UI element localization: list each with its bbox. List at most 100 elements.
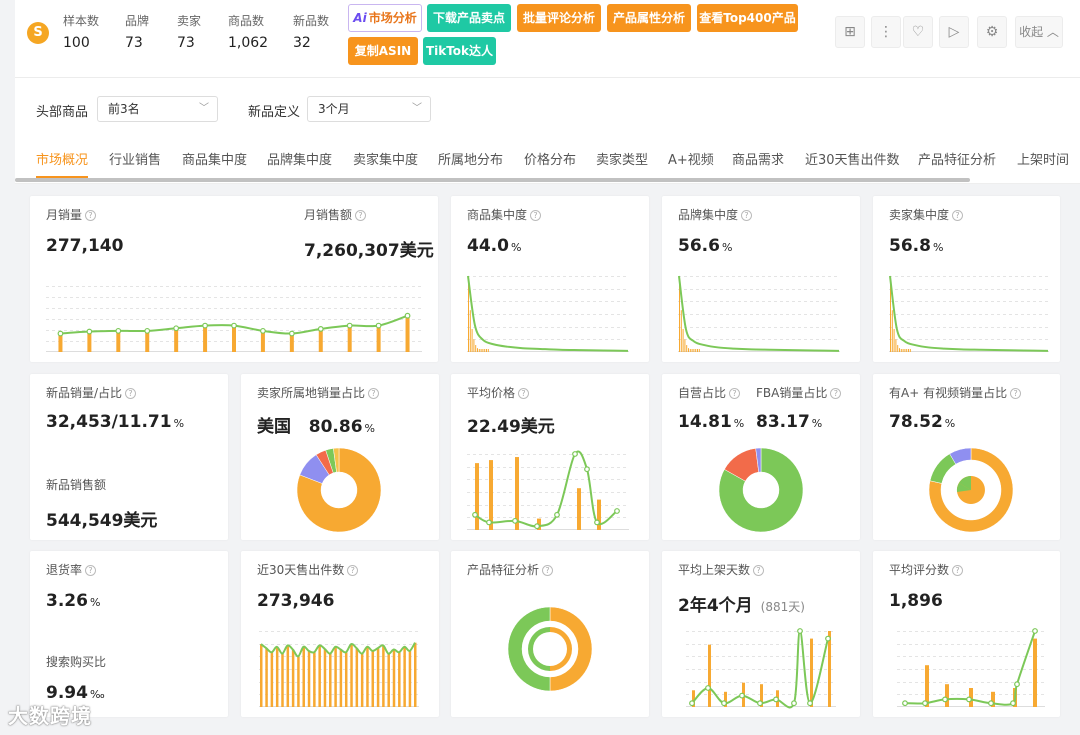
ai-market-analysis-button[interactable]: Ai 市场分析 [348, 4, 422, 32]
tab-seller-concentration[interactable]: 卖家集中度 [353, 149, 418, 168]
brand-conc-value: 56.6% [678, 236, 733, 256]
chart-bar [489, 460, 493, 530]
tab-30d-sold[interactable]: 近30天售出件数 [805, 149, 900, 168]
batch-review-analysis-button[interactable]: 批量评论分析 [517, 4, 601, 32]
brand-conc-chart [678, 275, 840, 352]
filter-bar: 头部商品 前3名 ﹀ 新品定义 3个月 ﹀ [15, 78, 1080, 136]
card-avg-rating-count: 平均评分数? 1,896 [873, 551, 1060, 717]
tab-market-overview[interactable]: 市场概况 [36, 149, 89, 178]
chart-bar [174, 328, 179, 352]
tab-brand-concentration[interactable]: 品牌集中度 [267, 149, 332, 168]
chart-bar [688, 348, 689, 352]
chart-bar [487, 349, 489, 352]
tab-product-demand[interactable]: 商品需求 [732, 149, 784, 168]
chart-bar [371, 650, 375, 707]
gear-icon[interactable]: ⚙ [977, 16, 1007, 48]
tab-price-distribution[interactable]: 价格分布 [524, 149, 576, 168]
chart-bar [405, 315, 410, 352]
tab-seller-type[interactable]: 卖家类型 [596, 149, 648, 168]
chart-bar [414, 642, 417, 707]
chart-bar [909, 349, 911, 352]
seller-conc-value: 56.8% [889, 236, 944, 256]
top-products-select[interactable]: 前3名 ﹀ [97, 96, 218, 122]
card-product-features: 产品特征分析? [451, 551, 649, 717]
tab-aplus-video[interactable]: A+视频 [668, 149, 714, 168]
help-icon[interactable]: ? [952, 565, 964, 576]
chart-bar [334, 646, 337, 707]
help-icon[interactable]: ? [347, 565, 359, 576]
chart-bar [908, 349, 909, 352]
chart-bar [475, 345, 477, 352]
monthly-sales-chart [46, 286, 422, 352]
chart-point [689, 700, 695, 707]
tab-industry-sales[interactable]: 行业销售 [109, 149, 161, 168]
donut-slice [929, 453, 957, 484]
tab-product-concentration[interactable]: 商品集中度 [182, 149, 247, 168]
product-attr-analysis-button[interactable]: 产品属性分析 [607, 4, 691, 32]
card-return-rate: 退货率? 3.26% 搜索购买比 9.94 ‰ [30, 551, 228, 717]
help-icon[interactable]: ? [830, 388, 842, 399]
chart-bar [297, 656, 300, 707]
help-icon[interactable]: ? [368, 388, 380, 399]
stat-products: 商品数 1,062 [228, 14, 269, 51]
tab-product-features[interactable]: 产品特征分析 [918, 149, 996, 168]
chart-bar [906, 349, 908, 352]
tab-location-distribution[interactable]: 所属地分布 [438, 149, 503, 168]
help-icon[interactable]: ? [1010, 388, 1022, 399]
help-icon[interactable]: ? [729, 388, 741, 399]
chart-bar [482, 349, 484, 352]
help-icon[interactable]: ? [753, 565, 765, 576]
stat-samples: 样本数 100 [63, 14, 100, 51]
help-icon[interactable]: ? [952, 210, 964, 221]
watermark-text: 大数跨境 [8, 704, 92, 728]
help-icon[interactable]: ? [542, 565, 554, 576]
chart-bar [810, 638, 813, 707]
more-vertical-icon[interactable]: ⋮ [871, 16, 901, 48]
tab-scrollbar[interactable] [15, 178, 970, 182]
chart-point [614, 508, 620, 514]
tiktok-influencer-button[interactable]: TikTok达人 [423, 37, 496, 65]
chart-bar [260, 330, 265, 352]
help-icon[interactable]: ? [518, 388, 530, 399]
help-icon[interactable]: ? [355, 210, 367, 221]
new-def-select[interactable]: 3个月 ﹀ [307, 96, 431, 122]
card-avg-price: 平均价格? 22.49美元 [451, 374, 649, 540]
help-icon[interactable]: ? [85, 565, 97, 576]
chart-bar [291, 649, 295, 707]
avg-listing-days-chart [686, 628, 836, 709]
chart-bar [265, 648, 268, 707]
heart-icon[interactable]: ♡ [903, 16, 933, 48]
chart-point [773, 696, 779, 703]
chart-bar [891, 310, 893, 352]
help-icon[interactable]: ? [741, 210, 753, 221]
app-logo-icon: S [27, 22, 49, 44]
avg-listing-days-value: 2年4个月 (881天) [678, 596, 805, 616]
chart-bar [376, 648, 380, 707]
tab-listing-time[interactable]: 上架时间 [1017, 149, 1069, 168]
chart-point [57, 330, 64, 337]
chart-bar [116, 330, 121, 352]
view-top400-button[interactable]: 查看Top400产品 [697, 4, 798, 32]
video-icon[interactable]: ▷ [939, 16, 969, 48]
collapse-button[interactable]: 收起 ︿ [1015, 16, 1063, 48]
chart-bar [897, 345, 899, 352]
chart-bar [693, 349, 695, 352]
sold-30d-chart [259, 631, 419, 707]
chart-point [375, 322, 382, 329]
grid-icon[interactable]: ⊞ [835, 16, 865, 48]
copy-asin-button[interactable]: 复制ASIN [348, 37, 418, 65]
help-icon[interactable]: ? [85, 210, 97, 221]
chart-point [288, 330, 295, 337]
chart-bar [408, 650, 412, 707]
chart-point [705, 685, 711, 691]
download-selling-points-button[interactable]: 下载产品卖点 [427, 4, 511, 32]
help-icon[interactable]: ? [125, 388, 137, 399]
chart-bar [286, 645, 290, 707]
help-icon[interactable]: ? [530, 210, 542, 221]
chart-bar [355, 648, 359, 707]
chart-bar [382, 645, 385, 707]
chart-bar [480, 349, 482, 352]
seller-location-donut [296, 447, 382, 533]
chart-bar [392, 649, 396, 707]
chart-point [966, 696, 972, 703]
